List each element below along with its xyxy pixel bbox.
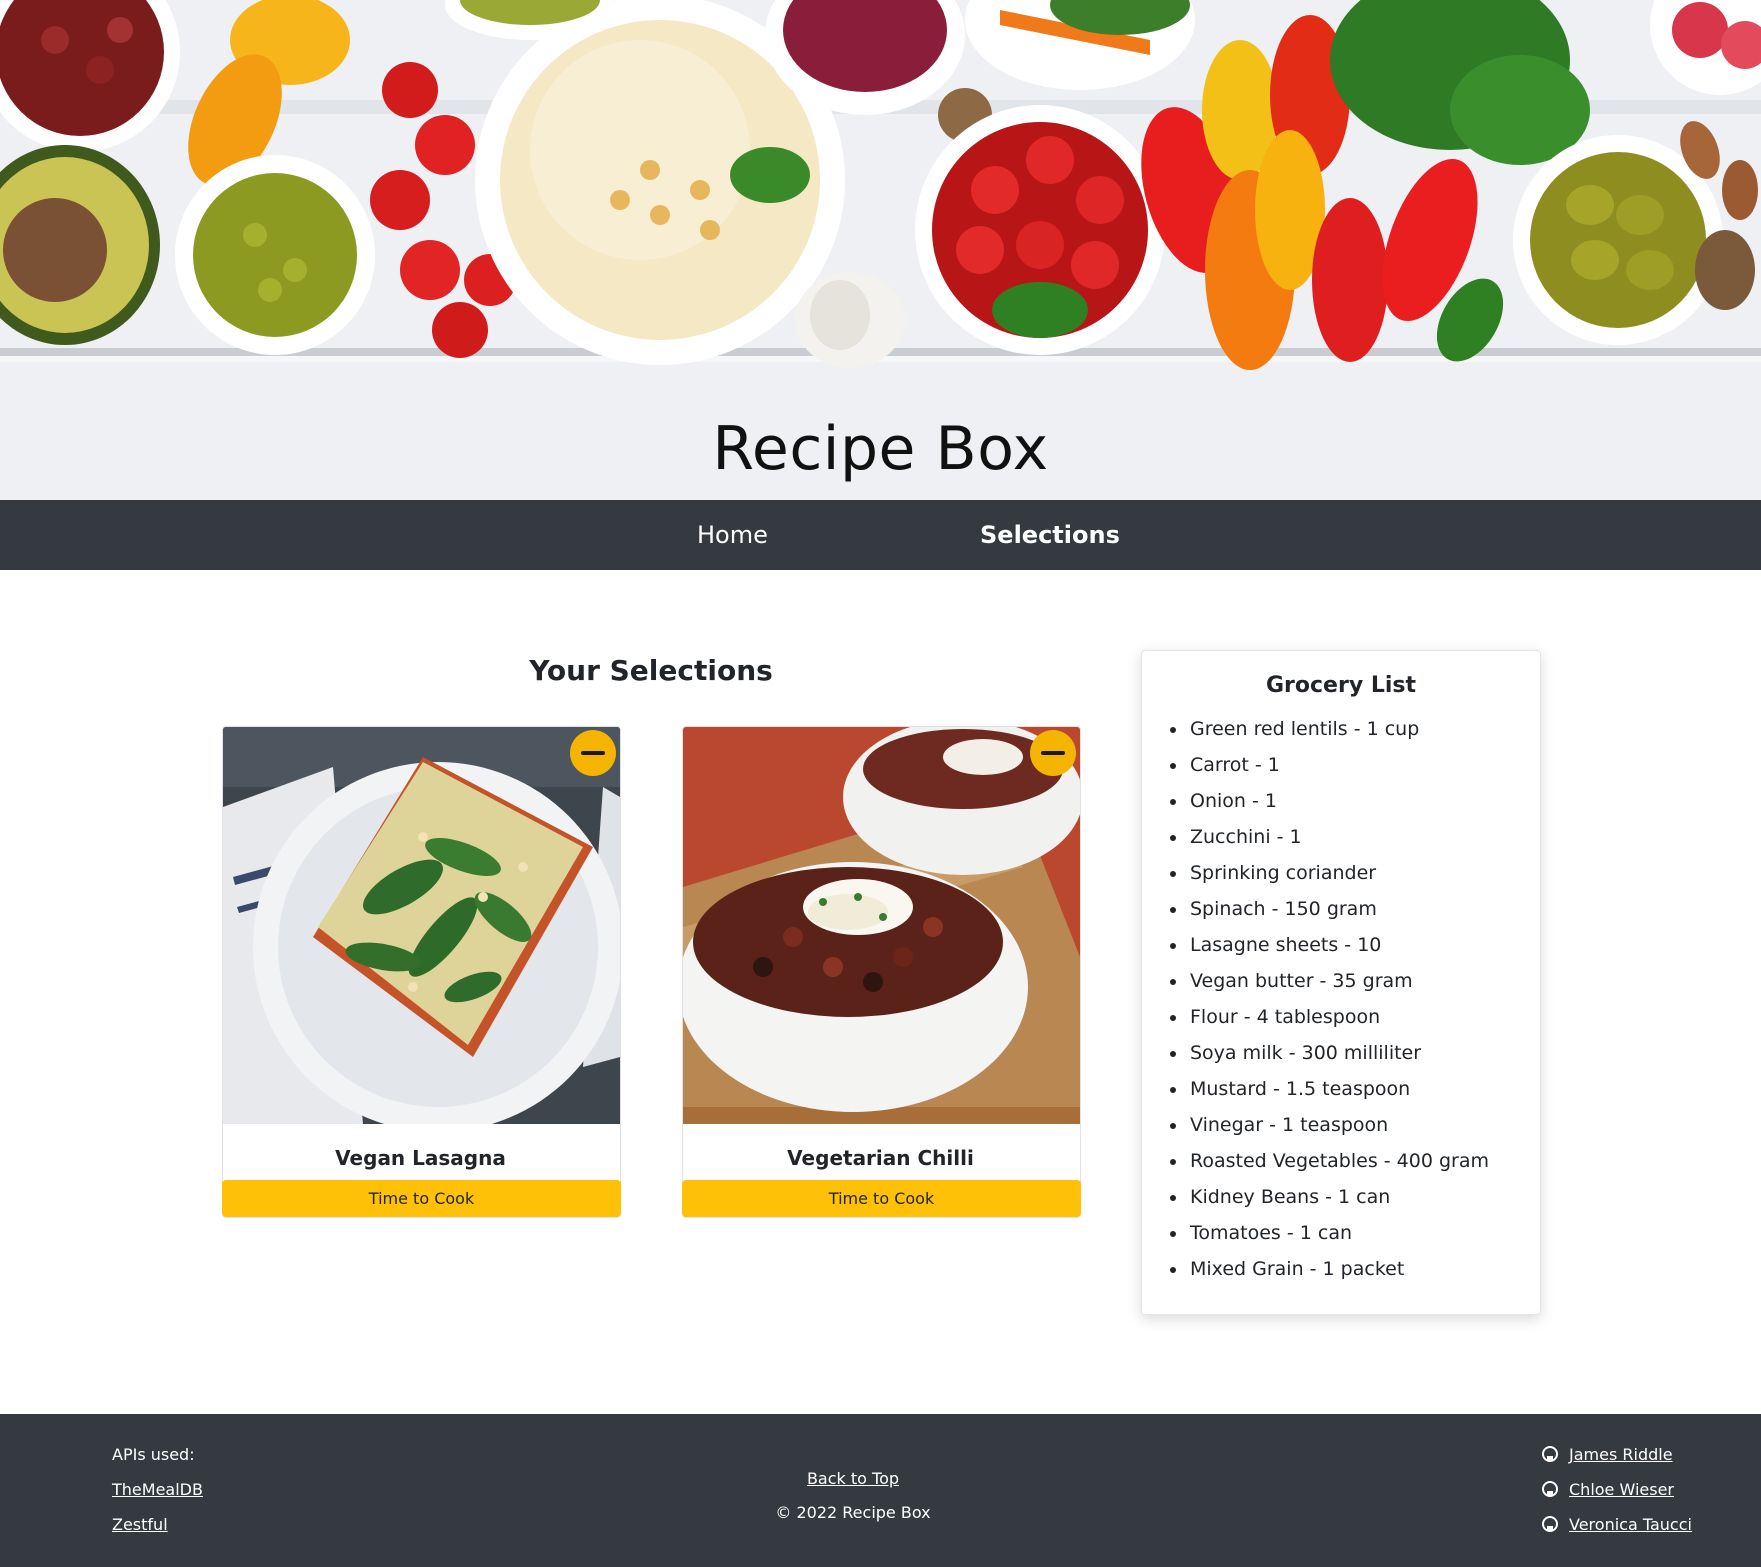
grocery-item: Zucchini - 1 xyxy=(1170,819,1489,855)
grocery-item: Kidney Beans - 1 can xyxy=(1170,1179,1489,1215)
grocery-item: Tomatoes - 1 can xyxy=(1170,1215,1489,1251)
grocery-item: Vinegar - 1 teaspoon xyxy=(1170,1107,1489,1143)
selections-heading: Your Selections xyxy=(529,654,773,687)
grocery-item: Green red lentils - 1 cup xyxy=(1170,711,1489,747)
grocery-item: Soya milk - 300 milliliter xyxy=(1170,1035,1489,1071)
main-navbar: Home Selections xyxy=(0,500,1761,570)
grocery-item: Sprinking coriander xyxy=(1170,855,1489,891)
grocery-item: Lasagne sheets - 10 xyxy=(1170,927,1489,963)
author-link-veronica-taucci[interactable]: Veronica Taucci xyxy=(1569,1515,1692,1534)
remove-recipe-button[interactable] xyxy=(570,730,616,776)
recipe-card xyxy=(222,726,621,1218)
copyright-text: © 2022 Recipe Box xyxy=(775,1503,931,1522)
recipe-title: Vegan Lasagna xyxy=(335,1146,506,1170)
grocery-item: Mustard - 1.5 teaspoon xyxy=(1170,1071,1489,1107)
github-icon xyxy=(1542,1446,1558,1462)
grocery-item: Carrot - 1 xyxy=(1170,747,1489,783)
grocery-item: Mixed Grain - 1 packet xyxy=(1170,1251,1489,1287)
grocery-list: Green red lentils - 1 cup Carrot - 1 Oni… xyxy=(1170,711,1489,1287)
hero-banner: Recipe Box xyxy=(0,0,1761,500)
nav-link-home[interactable]: Home xyxy=(697,500,768,570)
time-to-cook-button[interactable]: Time to Cook xyxy=(682,1180,1081,1217)
recipe-card xyxy=(682,726,1081,1218)
minus-circle-icon xyxy=(581,751,605,755)
vegan-lasagna-photo xyxy=(223,727,620,1124)
grocery-list-panel: Grocery List Green red lentils - 1 cup C… xyxy=(1141,650,1541,1315)
apis-label: APIs used: xyxy=(112,1445,195,1464)
github-icon xyxy=(1542,1481,1558,1497)
grocery-item: Flour - 4 tablespoon xyxy=(1170,999,1489,1035)
remove-recipe-button[interactable] xyxy=(1030,730,1076,776)
grocery-item: Roasted Vegetables - 400 gram xyxy=(1170,1143,1489,1179)
grocery-item: Vegan butter - 35 gram xyxy=(1170,963,1489,999)
site-title: Recipe Box xyxy=(712,414,1049,484)
minus-circle-icon xyxy=(1041,751,1065,755)
grocery-item: Spinach - 150 gram xyxy=(1170,891,1489,927)
site-footer: APIs used: TheMealDB Zestful Back to Top… xyxy=(0,1414,1761,1567)
grocery-item: Onion - 1 xyxy=(1170,783,1489,819)
nav-link-selections[interactable]: Selections xyxy=(980,500,1120,570)
vegetarian-chilli-photo xyxy=(683,727,1080,1124)
time-to-cook-button[interactable]: Time to Cook xyxy=(222,1180,621,1217)
back-to-top-link[interactable]: Back to Top xyxy=(0,1469,1706,1488)
author-link-james-riddle[interactable]: James Riddle xyxy=(1569,1445,1673,1464)
github-icon xyxy=(1542,1516,1558,1532)
grocery-list-heading: Grocery List xyxy=(1265,673,1416,698)
author-link-chloe-wieser[interactable]: Chloe Wieser xyxy=(1569,1480,1674,1499)
recipe-title: Vegetarian Chilli xyxy=(787,1146,974,1170)
